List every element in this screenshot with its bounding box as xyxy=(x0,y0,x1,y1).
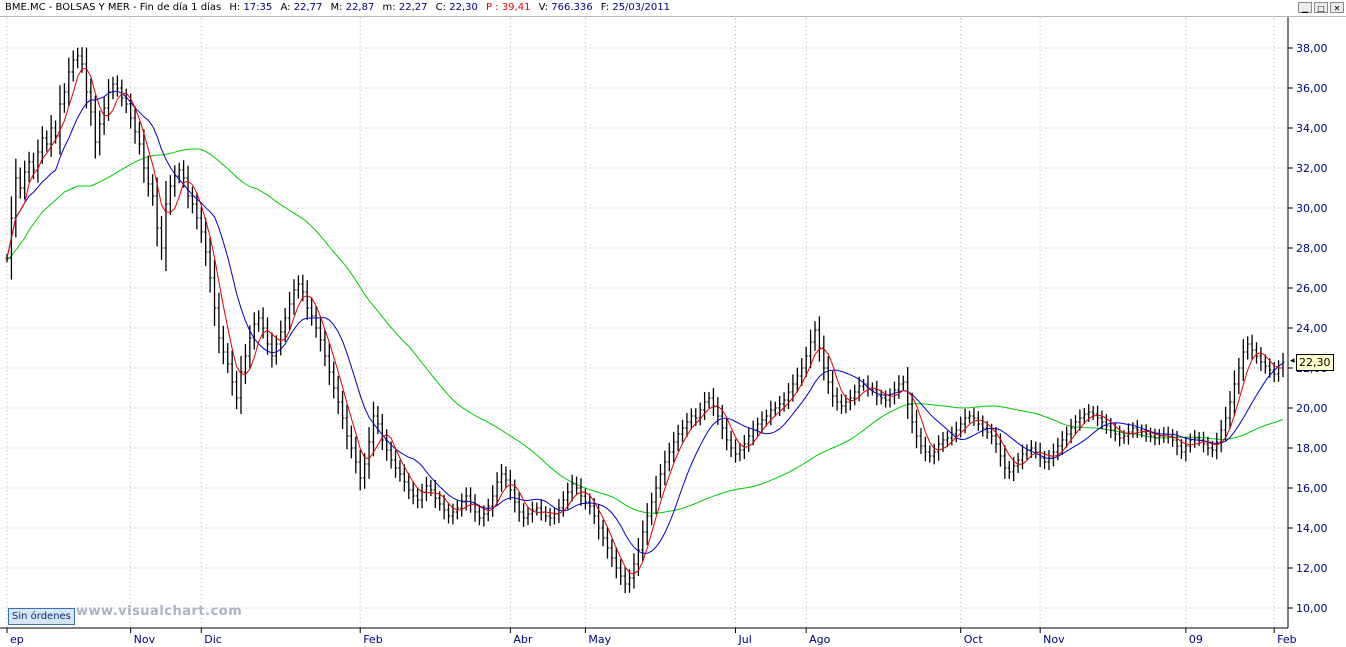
ma-mid-layer xyxy=(6,90,1284,554)
x-tick-label: May xyxy=(588,633,611,646)
x-tick-label: Nov xyxy=(1043,633,1065,646)
x-tick-label: Feb xyxy=(363,633,382,646)
y-tick-label: 10,00 xyxy=(1296,602,1328,615)
bars-layer xyxy=(5,47,1285,594)
y-tick-label: 30,00 xyxy=(1296,202,1328,215)
price-chart[interactable]: 38,00 36,00 34,00 32,00 30,00 28,00 26,00 24,00… xyxy=(0,0,1346,647)
x-tick-label: Dic xyxy=(204,633,222,646)
y-tick-label: 12,00 xyxy=(1296,562,1328,575)
y-tick-label: 26,00 xyxy=(1296,282,1328,295)
price-marker-icon: ◂ xyxy=(1290,356,1295,366)
last-price-badge: 22,30 xyxy=(1296,354,1334,371)
x-ticks-layer: epNovDicFebAbrMayJulAgoOctNov09FebAbrMay… xyxy=(6,628,1297,646)
x-tick-label: Jul xyxy=(738,633,752,646)
ma-slow-line xyxy=(6,148,1284,514)
watermark-text: www.visualchart.com xyxy=(76,604,243,619)
x-tick-label: Abr xyxy=(513,633,533,646)
ma-slow-layer xyxy=(6,148,1284,514)
y-tick-label: 20,00 xyxy=(1296,402,1328,415)
y-tick-label: 18,00 xyxy=(1296,442,1328,455)
grid-layer xyxy=(2,18,1288,628)
y-ticks-layer: 38,00 36,00 34,00 32,00 30,00 28,00 26,00 24,00… xyxy=(1288,42,1328,615)
y-tick-label: 38,00 xyxy=(1296,42,1328,55)
x-tick-label: ep xyxy=(10,633,24,646)
x-tick-label: 09 xyxy=(1189,633,1203,646)
ma-fast-layer xyxy=(6,68,1283,575)
ma-fast-line xyxy=(6,68,1283,575)
ma-mid-line xyxy=(6,90,1284,554)
y-tick-label: 16,00 xyxy=(1296,482,1328,495)
y-tick-label: 14,00 xyxy=(1296,522,1328,535)
orders-status-button[interactable]: Sin órdenes xyxy=(8,608,75,625)
x-tick-label: Nov xyxy=(134,633,156,646)
y-tick-label: 28,00 xyxy=(1296,242,1328,255)
y-tick-label: 24,00 xyxy=(1296,322,1328,335)
x-tick-label: Ago xyxy=(809,633,831,646)
x-tick-label: Feb xyxy=(1277,633,1296,646)
y-tick-label: 32,00 xyxy=(1296,162,1328,175)
x-tick-label: Oct xyxy=(964,633,984,646)
y-tick-label: 34,00 xyxy=(1296,122,1328,135)
y-tick-label: 36,00 xyxy=(1296,82,1328,95)
